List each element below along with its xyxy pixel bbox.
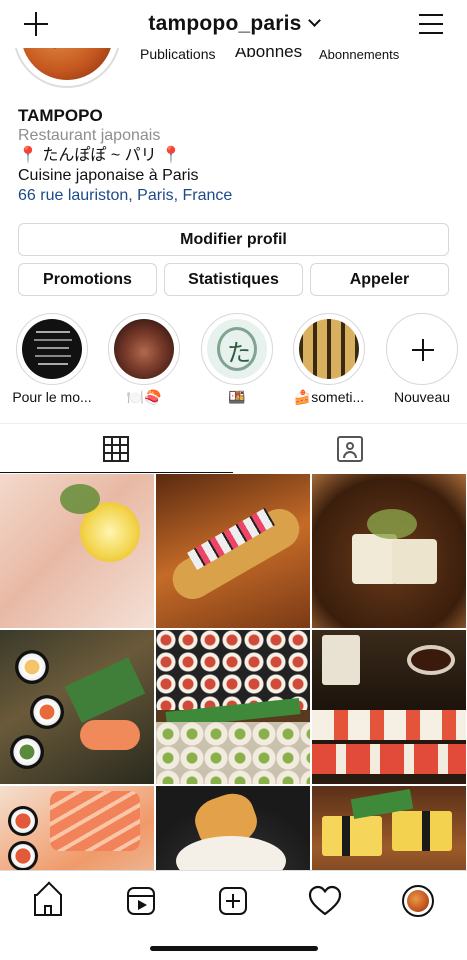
reels-icon[interactable] [121, 881, 161, 921]
post-thumbnail[interactable] [0, 474, 154, 628]
profile-bio: TAMPOPO Restaurant japonais 📍 たんぽぽ ~ パリ … [18, 106, 449, 206]
bio-line-2: Cuisine japonaise à Paris [18, 167, 199, 184]
post-thumbnail[interactable] [312, 474, 466, 628]
new-post-icon[interactable] [213, 881, 253, 921]
username-label: tampopo_paris [148, 12, 302, 35]
story-highlights: Pour le mo... 🍽️🍣 た 🍱 🍰someti... Nouveau [0, 313, 467, 413]
top-bar: tampopo_paris [0, 0, 467, 48]
new-highlight-button[interactable]: Nouveau [376, 313, 467, 405]
profile-tabs [0, 423, 467, 473]
statistics-button[interactable]: Statistiques [164, 263, 303, 296]
post-thumbnail[interactable] [156, 474, 310, 628]
bottom-navigation [0, 870, 467, 960]
profile-name: TAMPOPO [18, 106, 103, 125]
bio-line-1: 📍 たんぽぽ ~ パリ 📍 [18, 147, 181, 164]
highlight-item[interactable]: た 🍱 [191, 313, 283, 406]
highlight-label: Nouveau [393, 389, 451, 405]
address-link[interactable]: 66 rue lauriston, Paris, France [18, 186, 449, 206]
highlight-cover: た [207, 319, 267, 379]
plus-icon [412, 339, 434, 361]
post-thumbnail[interactable] [0, 786, 154, 870]
highlight-label: 🍱 [228, 389, 246, 405]
highlight-item[interactable]: 🍽️🍣 [98, 313, 190, 406]
tab-posts-grid[interactable] [0, 424, 233, 473]
post-thumbnail[interactable] [156, 630, 310, 784]
chevron-down-icon [307, 14, 321, 27]
menu-icon[interactable] [419, 13, 443, 35]
highlight-label: 🍽️🍣 [126, 389, 162, 405]
highlight-cover [114, 319, 174, 379]
username-switcher[interactable]: tampopo_paris [0, 12, 467, 36]
call-button[interactable]: Appeler [310, 263, 449, 296]
posts-grid [0, 474, 467, 870]
profile-tab-avatar[interactable] [398, 881, 438, 921]
grid-icon [103, 436, 129, 462]
tab-tagged[interactable] [234, 424, 467, 473]
highlight-item[interactable]: 🍰someti... [283, 313, 375, 406]
posts-label[interactable]: Publications [140, 46, 216, 62]
following-label[interactable]: Abonnements [319, 47, 399, 62]
post-thumbnail[interactable] [312, 786, 466, 870]
highlight-cover [299, 319, 359, 379]
post-thumbnail[interactable] [312, 630, 466, 784]
home-indicator [150, 946, 318, 951]
home-icon[interactable] [28, 881, 68, 921]
heart-icon[interactable] [305, 881, 345, 921]
post-thumbnail[interactable] [156, 786, 310, 870]
post-thumbnail[interactable] [0, 630, 154, 784]
tagged-icon [337, 436, 363, 462]
highlight-item[interactable]: Pour le mo... [6, 313, 98, 405]
highlight-label: 🍰someti... [293, 389, 365, 405]
edit-profile-button[interactable]: Modifier profil [18, 223, 449, 256]
profile-category: Restaurant japonais [18, 127, 161, 144]
highlight-label: Pour le mo... [12, 389, 92, 405]
highlight-cover [22, 319, 82, 379]
promotions-button[interactable]: Promotions [18, 263, 157, 296]
